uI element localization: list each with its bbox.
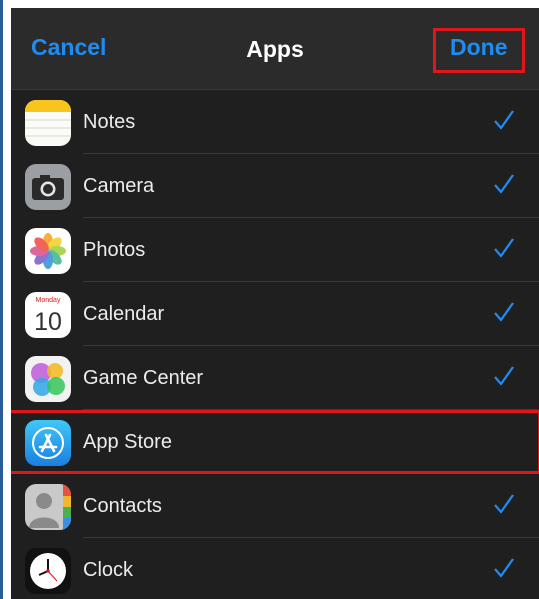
checkmark-icon (494, 238, 514, 258)
checkmark-icon (494, 174, 514, 194)
notes-icon (25, 100, 71, 146)
done-button[interactable]: Done (450, 34, 508, 61)
calendar-icon: Monday 10 (25, 292, 71, 338)
app-row-game-center[interactable]: Game Center (11, 346, 539, 410)
app-label: Contacts (83, 495, 162, 517)
app-label: Game Center (83, 367, 204, 389)
checkmark-icon (494, 494, 514, 514)
camera-icon (25, 164, 71, 210)
calendar-month-text: Monday (36, 297, 61, 304)
app-label: App Store (83, 431, 172, 453)
app-row-camera[interactable]: Camera (11, 154, 539, 218)
left-edge-strip (0, 0, 3, 599)
app-row-notes[interactable]: Notes (11, 90, 539, 154)
checkmark-icon (494, 302, 514, 322)
checkmark-icon (494, 110, 514, 130)
app-label: Clock (83, 559, 134, 581)
app-row-app-store[interactable]: App Store (11, 410, 539, 474)
app-row-calendar[interactable]: Monday 10 Calendar (11, 282, 539, 346)
app-row-clock[interactable]: Clock (11, 538, 539, 599)
checkmark-icon (494, 366, 514, 386)
app-label: Camera (83, 175, 155, 197)
calendar-day-text: 10 (34, 308, 62, 336)
app-row-contacts[interactable]: Contacts (11, 474, 539, 538)
app-store-icon (25, 420, 71, 466)
navigation-bar: Cancel Apps Done (11, 8, 539, 90)
contacts-icon (25, 484, 71, 530)
game-center-icon (25, 356, 71, 402)
clock-icon (25, 548, 71, 594)
app-label: Photos (83, 239, 146, 261)
apps-screen: Cancel Apps Done Notes Camera Photos Mon… (11, 8, 539, 599)
app-row-photos[interactable]: Photos (11, 218, 539, 282)
app-label: Calendar (83, 303, 165, 325)
app-label: Notes (83, 111, 136, 133)
photos-icon (25, 228, 71, 274)
checkmark-icon (494, 558, 514, 578)
